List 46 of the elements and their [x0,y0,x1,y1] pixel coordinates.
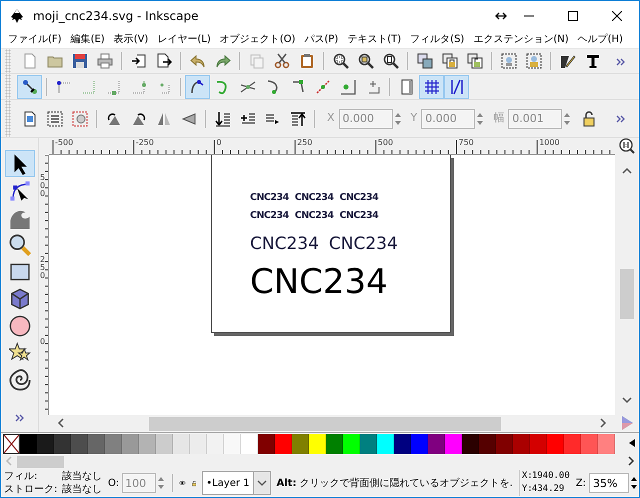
field-label: Y [410,110,418,126]
ruler-label: 1000 [539,139,560,147]
canvas-text: CNC234 [250,210,289,220]
menu-item[interactable]: レイヤー(L) [154,32,214,46]
canvas-text: CNC234 [250,265,388,299]
menu-item[interactable]: エクステンション(N) [470,32,572,46]
canvas-text: CNC234 [328,236,398,253]
menu-item[interactable]: ファイル(F) [5,32,65,46]
menu-item[interactable]: テキスト(T) [344,32,404,46]
canvas-text: CNC234 [339,193,378,202]
canvas-text: CNC234 [294,210,334,220]
canvas-text: CNC234 [339,210,378,220]
opacity-label: O: [108,476,120,490]
status-message: Alt: クリックで背面側に隠れているオブジェクトを. [276,476,513,490]
cursor-x-value: 1940.00 [532,470,570,483]
fill-value: 該当なし [62,470,102,483]
stroke-label: ストローク: [4,483,58,496]
cursor-x-label: X: [522,470,532,483]
menu-item[interactable]: フィルタ(S) [407,32,468,46]
zoom-label: Z: [576,476,586,490]
window-title: moji_cnc234.svg - Inkscape [33,8,200,24]
canvas-text: CNC234 [294,193,334,202]
menu-item[interactable]: 表示(V) [110,32,152,46]
ruler-label: 0 [40,338,46,346]
zoom-field[interactable]: 35% [589,473,629,493]
menu-item[interactable]: オブジェクト(O) [216,32,298,46]
ruler-label: 0 [216,139,222,147]
ruler-label: 500 [378,139,394,147]
cursor-y-value: 434.29 [532,483,566,496]
menu-item[interactable]: パス(P) [301,32,342,46]
cursor-y-label: Y: [522,483,532,496]
layer-dropdown[interactable]: •Layer 1 [202,471,271,495]
canvas-text: CNC234 [250,193,289,202]
menu-item[interactable]: ヘルプ(H) [574,32,626,46]
ruler-label: 250 [40,256,46,280]
canvas-text: CNC234 [250,236,319,253]
ruler-label: 250 [297,139,312,147]
ruler-label: 500 [40,174,46,198]
ruler-label: -250 [136,139,154,147]
fill-label: フィル: [4,470,38,483]
ruler-label: -500 [55,139,74,147]
stroke-value: 該当なし [62,483,102,496]
field-label: 幅 [493,110,504,126]
menu-item[interactable]: 編集(E) [68,32,108,46]
ruler-label: 750 [458,139,474,147]
field-label: X [327,110,335,126]
